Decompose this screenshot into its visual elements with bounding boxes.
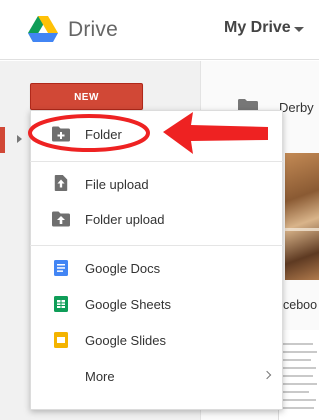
my-drive-menu[interactable]: My Drive xyxy=(224,19,291,37)
photo-thumbnail-detail xyxy=(285,228,319,231)
menu-item-google-sheets[interactable]: Google Sheets xyxy=(85,297,171,312)
doc-text-line xyxy=(283,367,316,369)
google-slides-icon[interactable] xyxy=(54,332,68,348)
menu-divider xyxy=(30,161,283,162)
google-drive-logo-icon[interactable] xyxy=(28,16,58,42)
doc-text-line xyxy=(283,375,313,377)
doc-text-line xyxy=(283,343,313,345)
doc-text-line xyxy=(283,399,316,401)
file-upload-icon[interactable] xyxy=(54,175,68,191)
new-button[interactable]: NEW xyxy=(30,83,143,110)
menu-item-folder[interactable]: Folder xyxy=(85,127,122,142)
doc-text-line xyxy=(283,407,314,409)
google-sheets-icon[interactable] xyxy=(54,296,68,312)
doc-text-line xyxy=(283,351,317,353)
sidebar-selected-marker xyxy=(0,127,5,153)
app-title: Drive xyxy=(68,18,119,41)
menu-item-more[interactable]: More xyxy=(85,369,115,384)
menu-item-google-docs[interactable]: Google Docs xyxy=(85,261,160,276)
expand-arrow-icon[interactable] xyxy=(17,135,22,143)
photo-thumbnail[interactable] xyxy=(285,153,319,280)
caret-down-icon[interactable] xyxy=(294,27,304,32)
menu-item-file-upload[interactable]: File upload xyxy=(85,177,149,192)
doc-text-line xyxy=(283,383,317,385)
file-name-derby[interactable]: Derby xyxy=(279,100,314,115)
app-header: Drive My Drive xyxy=(0,0,319,60)
folder-upload-icon[interactable] xyxy=(52,211,70,227)
thumbnail-label[interactable]: ceboo xyxy=(283,298,317,312)
new-folder-icon[interactable] xyxy=(52,126,70,142)
doc-text-line xyxy=(283,359,311,361)
menu-item-google-slides[interactable]: Google Slides xyxy=(85,333,166,348)
menu-divider xyxy=(30,245,283,246)
menu-item-folder-upload[interactable]: Folder upload xyxy=(85,212,165,227)
doc-text-line xyxy=(283,391,309,393)
new-button-label: NEW xyxy=(74,92,99,103)
google-docs-icon[interactable] xyxy=(54,260,68,276)
